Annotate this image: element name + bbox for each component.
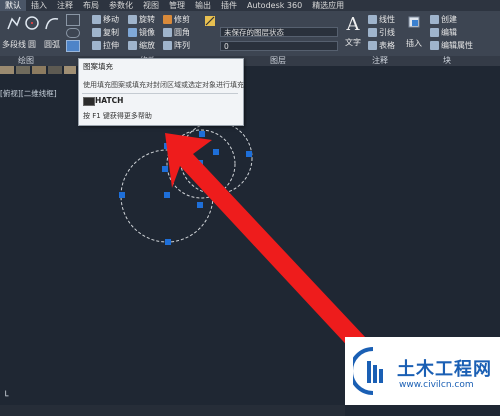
grip[interactable] (199, 131, 205, 137)
grip[interactable] (164, 192, 170, 198)
grip[interactable] (162, 166, 168, 172)
watermark-url: www.civilcn.com (399, 380, 474, 390)
tooltip-description: 使用填充图案或填充对封闭区域或选定对象进行填充 (83, 81, 244, 89)
tooltip-divider (82, 93, 238, 94)
grip[interactable] (213, 149, 219, 155)
command-icon (83, 97, 95, 106)
civilcn-logo-icon (353, 347, 383, 395)
grip[interactable] (197, 202, 203, 208)
tooltip-title: 图案填充 (83, 62, 113, 71)
grip[interactable] (246, 151, 252, 157)
grip[interactable] (119, 192, 125, 198)
grip[interactable] (165, 239, 171, 245)
layout-tabs-bar (0, 405, 345, 416)
hatch-tooltip: 图案填充 使用填充图案或填充对封闭区域或选定对象进行填充 HATCH 按 F1 … (78, 58, 244, 126)
watermark-name: 土木工程网 (397, 359, 492, 380)
watermark-logo: 土木工程网 www.civilcn.com (345, 337, 500, 405)
tooltip-command: HATCH (95, 96, 124, 105)
tooltip-help: 按 F1 键获得更多帮助 (83, 112, 152, 120)
ucs-icon: └ (3, 392, 9, 402)
